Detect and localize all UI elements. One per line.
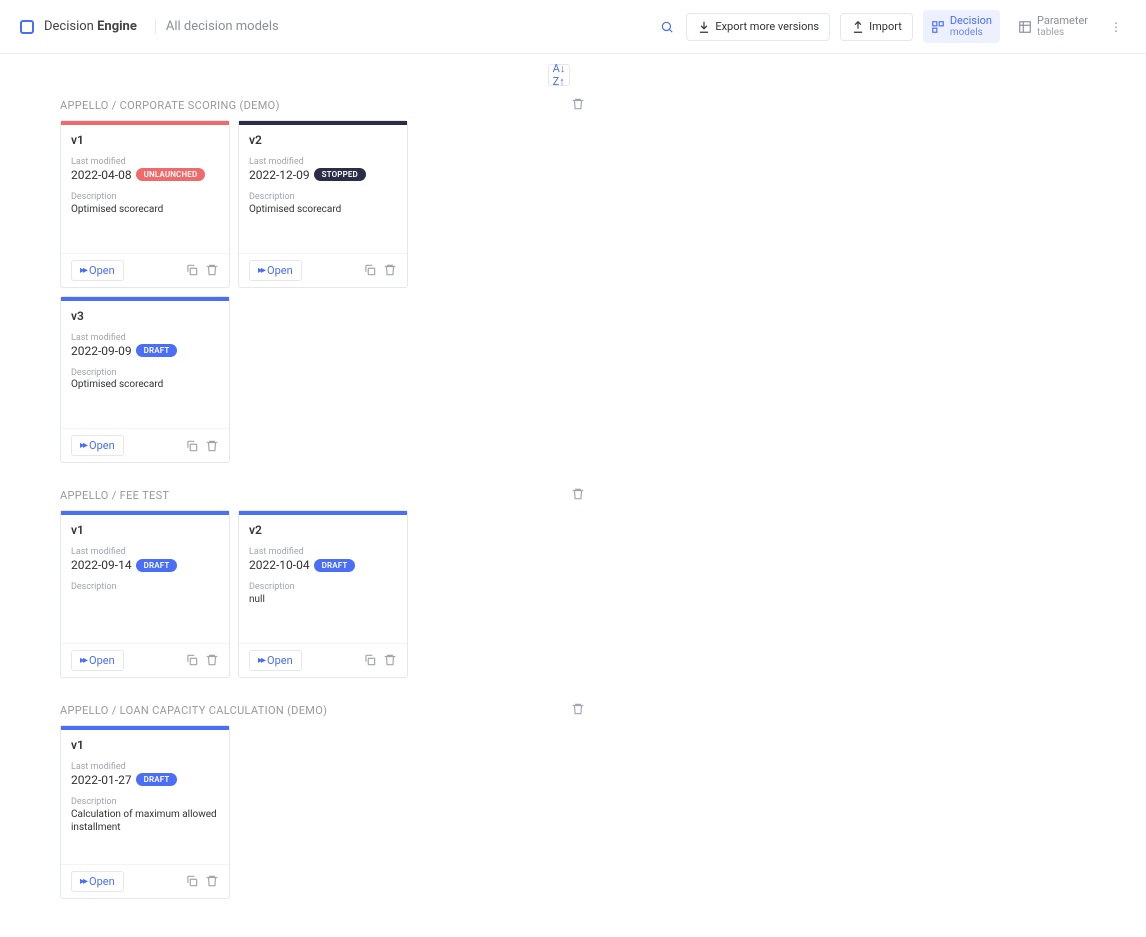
play-icon: ▸▸	[258, 265, 264, 276]
tab2-line1: Parameter	[1037, 14, 1088, 27]
search-icon[interactable]	[658, 18, 676, 36]
description-text: null	[249, 593, 397, 613]
delete-icon[interactable]	[205, 653, 219, 667]
open-button[interactable]: ▸▸ Open	[249, 260, 302, 281]
last-modified-date: 2022-01-27	[71, 773, 132, 787]
delete-group-icon[interactable]	[571, 702, 585, 719]
copy-icon[interactable]	[185, 653, 199, 667]
import-button[interactable]: Import	[840, 13, 913, 41]
description-text: Optimised scorecard	[71, 203, 219, 223]
last-modified-label: Last modified	[249, 547, 397, 558]
app-title: Decision Engine	[44, 19, 137, 34]
description-text: Optimised scorecard	[71, 378, 219, 398]
description-label: Description	[249, 192, 397, 203]
description-label: Description	[71, 192, 219, 203]
tab-parameter-tables[interactable]: Parameter tables	[1010, 10, 1096, 43]
description-label: Description	[71, 582, 219, 593]
group-title: APPELLO / FEE TEST	[60, 489, 169, 502]
last-modified-date: 2022-09-09	[71, 344, 132, 358]
last-modified-date: 2022-09-14	[71, 558, 132, 572]
version-card: v1 Last modified2022-01-27 DRAFT Descriptio…	[60, 725, 230, 899]
open-button[interactable]: ▸▸ Open	[249, 650, 302, 671]
delete-icon[interactable]	[205, 263, 219, 277]
version-card: v2 Last modified2022-10-04 DRAFT Descriptio…	[238, 510, 408, 678]
copy-icon[interactable]	[185, 874, 199, 888]
models-icon	[931, 20, 945, 34]
copy-icon[interactable]	[185, 263, 199, 277]
version-label: v1	[71, 523, 219, 537]
sort-button[interactable]: A↓Z↑	[548, 64, 570, 86]
play-icon: ▸▸	[80, 440, 86, 451]
description-label: Description	[71, 797, 219, 808]
group-title: APPELLO / CORPORATE SCORING (DEMO)	[60, 99, 280, 112]
main-content: A↓Z↑ APPELLO / CORPORATE SCORING (DEMO) v…	[0, 54, 1146, 936]
play-icon: ▸▸	[80, 655, 86, 666]
version-card: v1 Last modified2022-04-08 UNLAUNCHED Descr…	[60, 120, 230, 288]
model-group: APPELLO / FEE TESTv1Last modified2022-09…	[60, 481, 585, 678]
delete-icon[interactable]	[205, 439, 219, 453]
copy-icon[interactable]	[363, 653, 377, 667]
group-title: APPELLO / LOAN CAPACITY CALCULATION (DEM…	[60, 704, 327, 717]
app-logo-icon	[20, 20, 34, 34]
last-modified-label: Last modified	[71, 333, 219, 344]
delete-icon[interactable]	[383, 263, 397, 277]
model-group: APPELLO / LOAN CAPACITY CALCULATION (DEM…	[60, 696, 585, 899]
delete-group-icon[interactable]	[571, 97, 585, 114]
version-label: v2	[249, 523, 397, 537]
status-badge: DRAFT	[136, 559, 178, 572]
version-card: v2 Last modified2022-12-09 STOPPED Descript…	[238, 120, 408, 288]
open-button[interactable]: ▸▸ Open	[71, 650, 124, 671]
last-modified-label: Last modified	[249, 157, 397, 168]
copy-icon[interactable]	[363, 263, 377, 277]
model-group: APPELLO / CORPORATE SCORING (DEMO) v1 Last…	[60, 91, 585, 463]
status-badge: DRAFT	[136, 773, 178, 786]
version-label: v3	[71, 309, 219, 323]
upload-icon	[851, 20, 865, 34]
import-label: Import	[869, 20, 902, 33]
last-modified-label: Last modified	[71, 762, 219, 773]
delete-group-icon[interactable]	[571, 487, 585, 504]
tab1-line2: models	[950, 27, 992, 39]
tables-icon	[1018, 20, 1032, 34]
copy-icon[interactable]	[185, 439, 199, 453]
open-button[interactable]: ▸▸ Open	[71, 435, 124, 456]
export-label: Export more versions	[715, 20, 819, 33]
version-card: v1 Last modified2022-09-14 DRAFT Descriptio…	[60, 510, 230, 678]
status-badge: DRAFT	[136, 344, 178, 357]
open-button[interactable]: ▸▸ Open	[71, 871, 124, 892]
description-text	[71, 593, 219, 613]
delete-icon[interactable]	[383, 653, 397, 667]
last-modified-date: 2022-12-09	[249, 168, 310, 182]
play-icon: ▸▸	[80, 876, 86, 887]
status-badge: STOPPED	[314, 168, 366, 181]
status-badge: DRAFT	[314, 559, 356, 572]
description-text: Optimised scorecard	[249, 203, 397, 223]
last-modified-label: Last modified	[71, 547, 219, 558]
version-label: v1	[71, 133, 219, 147]
last-modified-date: 2022-04-08	[71, 168, 132, 182]
header: Decision Engine All decision models Expo…	[0, 0, 1146, 54]
description-label: Description	[71, 368, 219, 379]
open-button[interactable]: ▸▸ Open	[71, 260, 124, 281]
tab2-line2: tables	[1037, 27, 1088, 39]
last-modified-date: 2022-10-04	[249, 558, 310, 572]
play-icon: ▸▸	[80, 265, 86, 276]
more-menu-icon[interactable]: ⋮	[1106, 20, 1126, 34]
version-label: v1	[71, 738, 219, 752]
tab-decision-models[interactable]: Decision models	[923, 10, 1000, 43]
download-icon	[697, 20, 711, 34]
last-modified-label: Last modified	[71, 157, 219, 168]
description-label: Description	[249, 582, 397, 593]
export-button[interactable]: Export more versions	[686, 13, 830, 41]
play-icon: ▸▸	[258, 655, 264, 666]
version-label: v2	[249, 133, 397, 147]
status-badge: UNLAUNCHED	[136, 168, 206, 181]
tab1-line1: Decision	[950, 14, 992, 27]
delete-icon[interactable]	[205, 874, 219, 888]
description-text: Calculation of maximum allowed installme…	[71, 808, 219, 834]
version-card: v3 Last modified2022-09-09 DRAFT Descriptio…	[60, 296, 230, 464]
page-title: All decision models	[155, 19, 279, 34]
